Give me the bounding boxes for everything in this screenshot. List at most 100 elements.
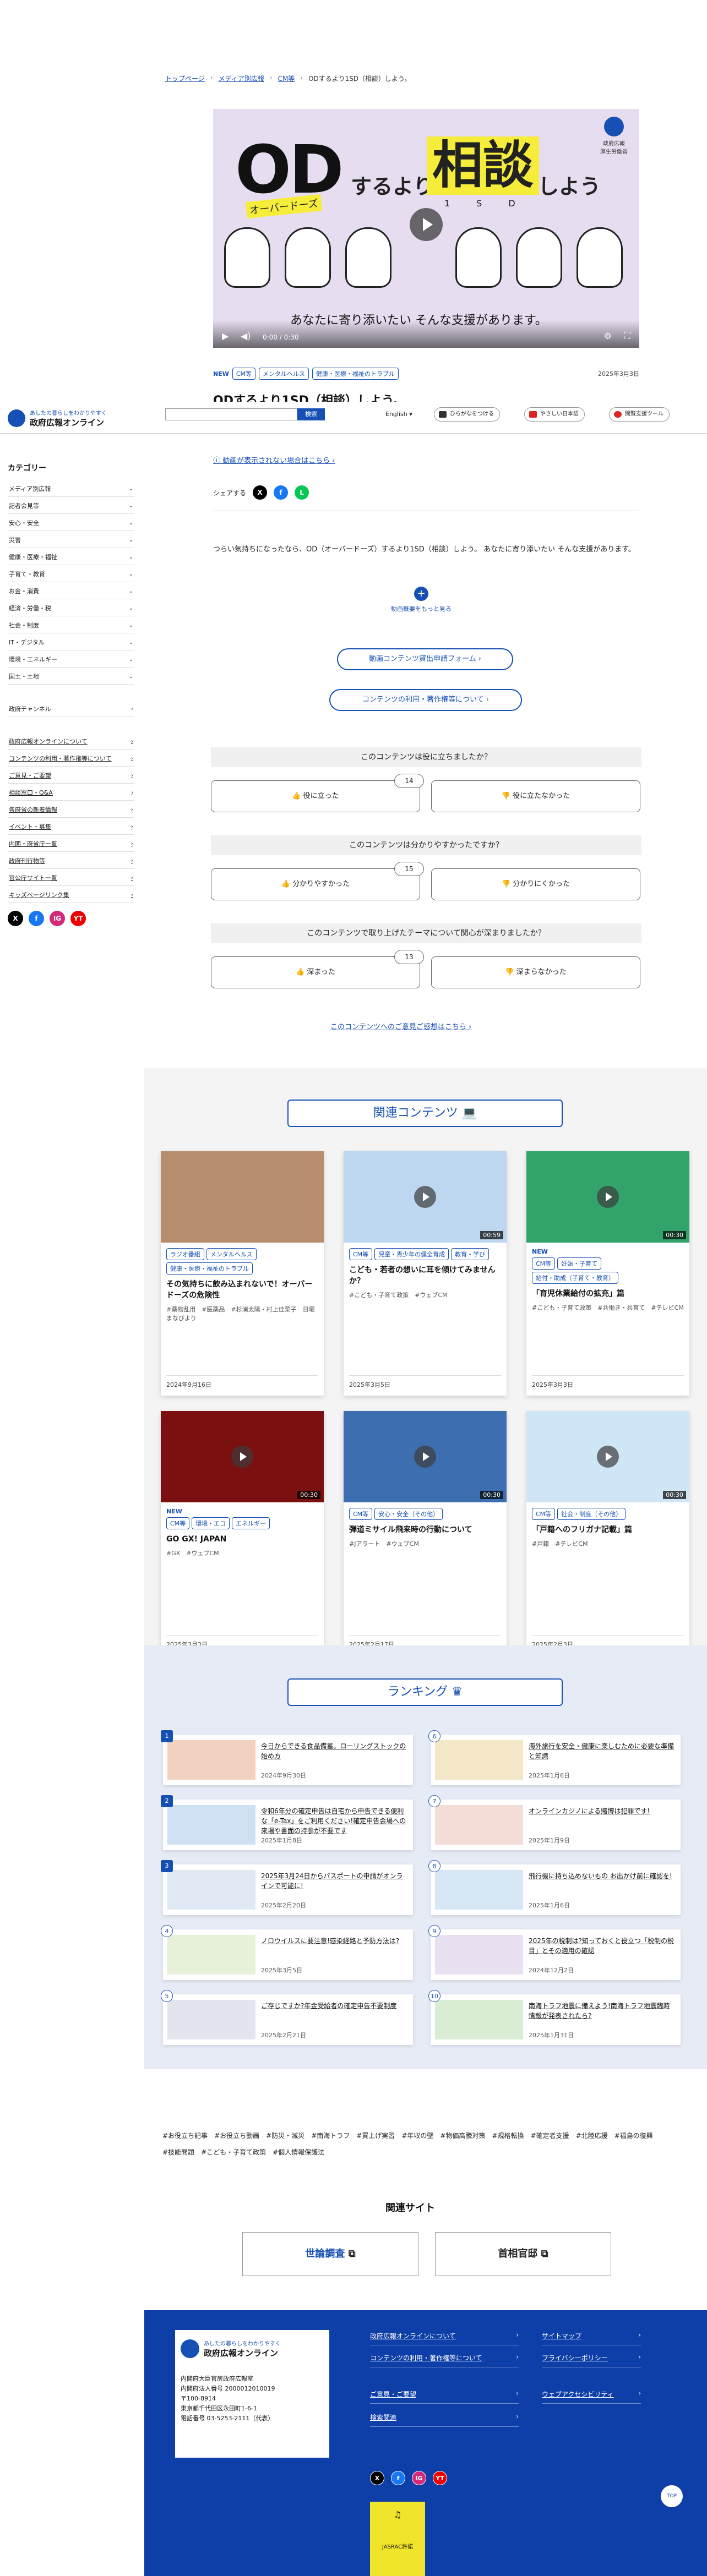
ranking-title-link[interactable]: 2025年3月24日からパスポートの申請がオンラインで可能に! bbox=[261, 1871, 407, 1891]
ranking-item[interactable]: 2 令和6年分の確定申告は自宅から申告できる便利な「e-Tax」をご利用ください!… bbox=[161, 1795, 413, 1850]
footer-link-about[interactable]: 政府広報オンラインについて › bbox=[370, 2331, 519, 2345]
card-tag[interactable]: CM等 bbox=[349, 1508, 373, 1520]
ranking-item[interactable]: 10 南海トラフ地震に備えよう!南海トラフ地震臨時情報が発表されたら? 2025年1… bbox=[428, 1990, 681, 2045]
card-tag[interactable]: エネルギー bbox=[232, 1517, 270, 1529]
site-logo[interactable]: あしたの暮らしをわかりやすく 政府広報オンライン bbox=[8, 408, 107, 428]
feedback-link[interactable]: このコンテンツへのご意見ご感想はこちら › bbox=[330, 1021, 471, 1031]
ranking-title-link[interactable]: ノロウイルスに要注意!感染経路と予防方法は? bbox=[261, 1936, 407, 1946]
tag-cloud-item[interactable]: #福島の復興 bbox=[614, 2132, 653, 2140]
footer-link-search[interactable]: 検索関連 › bbox=[370, 2413, 519, 2427]
play-icon[interactable] bbox=[410, 208, 443, 241]
card-title[interactable]: GO GX! JAPAN bbox=[166, 1534, 318, 1545]
sidebar-link-qa[interactable]: 相談窓口・Q&A › bbox=[8, 784, 134, 801]
sidebar-item-land[interactable]: 国土・土地 ⌄ bbox=[8, 668, 134, 685]
breadcrumb-home[interactable]: トップページ bbox=[165, 74, 205, 83]
card-tag[interactable]: 環境・エコ bbox=[192, 1517, 230, 1529]
sidebar-link-kids[interactable]: キッズページリンク集 › bbox=[8, 886, 134, 903]
sidebar-item-channel[interactable]: 政府チャンネル › bbox=[8, 700, 134, 717]
x-icon[interactable]: X bbox=[370, 2471, 384, 2485]
ranking-title-link[interactable]: 南海トラフ地震に備えよう!南海トラフ地震臨時情報が発表されたら? bbox=[529, 2001, 675, 2021]
ranking-title-link[interactable]: 海外旅行を安全・健康に楽しむために必要な準備と知識 bbox=[529, 1741, 675, 1761]
show-more-button[interactable]: + 動画概要をもっと見る bbox=[391, 587, 452, 613]
tag-cloud-item[interactable]: #買上げ実習 bbox=[356, 2132, 395, 2140]
facebook-icon[interactable]: f bbox=[391, 2471, 405, 2485]
survey-site-button[interactable]: 世論調査 ⧉ bbox=[242, 2232, 418, 2276]
vote-yes-button[interactable]: 👍 役に立った bbox=[211, 780, 420, 812]
sidebar-link-about[interactable]: 政府広報オンラインについて › bbox=[8, 732, 134, 750]
related-card[interactable]: 00:30 CM等 社会・制度（その他） 「戸籍へのフリガナ記載」篇 #戸籍 #テレビC… bbox=[526, 1411, 689, 1655]
x-icon[interactable]: X bbox=[8, 911, 23, 926]
kantei-site-button[interactable]: 首相官邸 ⧉ bbox=[435, 2232, 611, 2276]
sidebar-link-ministries[interactable]: 内閣・府省庁一覧 › bbox=[8, 835, 134, 852]
volume-icon[interactable]: ◀) bbox=[241, 331, 251, 341]
card-tag[interactable]: 児童・青少年の健全育成 bbox=[374, 1248, 449, 1260]
card-tag[interactable]: 安心・安全（その他） bbox=[374, 1508, 443, 1520]
footer-link-accessibility[interactable]: ウェブアクセシビリティ › bbox=[542, 2389, 641, 2404]
youtube-icon[interactable]: YT bbox=[70, 911, 86, 926]
ranking-item[interactable]: 1 今日からできる食品備蓄。ローリングストックの始め方 2024年9月30日 bbox=[161, 1730, 413, 1785]
ranking-item[interactable]: 4 ノロウイルスに要注意!感染経路と予防方法は? 2025年3月5日 bbox=[161, 1925, 413, 1980]
related-card[interactable]: 00:59 CM等 児童・青少年の健全育成 教育・学び こども・若者の想いに耳を傾けてみ… bbox=[344, 1151, 507, 1396]
sidebar-item-media[interactable]: メディア別広報 ⌄ bbox=[8, 480, 134, 497]
tag-cloud-item[interactable]: #個人情報保護法 bbox=[273, 2148, 324, 2156]
tag-cloud-item[interactable]: #物価高騰対策 bbox=[440, 2132, 485, 2140]
accessibility-tool-button[interactable]: 閲覧支援ツール bbox=[609, 407, 670, 422]
ranking-item[interactable]: 5 ご存じですか?年金受給者の確定申告不要制度 2025年2月21日 bbox=[161, 1990, 413, 2045]
sidebar-link-publications[interactable]: 政府刊行物等 › bbox=[8, 852, 134, 869]
footer-link-opinion[interactable]: ご意見・ご要望 › bbox=[370, 2389, 519, 2404]
sidebar-item-disaster[interactable]: 災害 ⌄ bbox=[8, 531, 134, 548]
ranking-title-link[interactable]: オンラインカジノによる賭博は犯罪です! bbox=[529, 1806, 675, 1816]
hiragana-button[interactable]: ひらがなをつける bbox=[434, 407, 500, 422]
vote-no-button[interactable]: 👎 深まらなかった bbox=[431, 956, 640, 988]
sidebar-item-it[interactable]: IT・デジタル ⌄ bbox=[8, 633, 134, 650]
card-tag[interactable]: CM等 bbox=[166, 1517, 190, 1529]
footer-link-privacy[interactable]: プライバシーポリシー › bbox=[542, 2353, 641, 2367]
instagram-icon[interactable]: IG bbox=[412, 2471, 426, 2485]
ranking-title-link[interactable]: 飛行機に持ち込めないもの お出かけ前に確認を! bbox=[529, 1871, 675, 1881]
sidebar-item-economy[interactable]: 経済・労働・税 ⌄ bbox=[8, 599, 134, 616]
sidebar-item-press[interactable]: 記者会見等 ⌄ bbox=[8, 497, 134, 514]
ranking-item[interactable]: 8 飛行機に持ち込めないもの お出かけ前に確認を! 2025年1月6日 bbox=[428, 1860, 681, 1915]
card-title[interactable]: 弾道ミサイル飛来時の行動について bbox=[349, 1524, 501, 1535]
related-card[interactable]: 00:30 NEW CM等 妊娠・子育て 給付・助成（子育て・教育） 「育児休業給付の拡充… bbox=[526, 1151, 689, 1396]
sidebar-item-health[interactable]: 健康・医療・福祉 ⌄ bbox=[8, 548, 134, 565]
instagram-icon[interactable]: IG bbox=[50, 911, 65, 926]
card-tag[interactable]: ラジオ番組 bbox=[166, 1248, 204, 1260]
tag-cm[interactable]: CM等 bbox=[232, 368, 256, 380]
line-icon[interactable]: L bbox=[295, 485, 309, 500]
video-player[interactable]: OD オーバードーズ するより 相談 1SD しよう 政府広報 厚生労働省 あな… bbox=[213, 109, 639, 348]
card-tag[interactable]: 社会・制度（その他） bbox=[557, 1508, 626, 1520]
related-card[interactable]: ラジオ番組 メンタルヘルス 健康・医療・福祉のトラブル その気持ちに飲み込まれないで！… bbox=[161, 1151, 324, 1396]
card-tag[interactable]: 妊娠・子育て bbox=[557, 1257, 602, 1270]
footer-link-copyright[interactable]: コンテンツの利用・著作権等について › bbox=[370, 2353, 519, 2367]
card-tag[interactable]: CM等 bbox=[532, 1508, 556, 1520]
card-tag[interactable]: メンタルヘルス bbox=[206, 1248, 257, 1260]
tag-cloud-item[interactable]: #年収の壁 bbox=[401, 2132, 433, 2140]
youtube-icon[interactable]: YT bbox=[433, 2471, 447, 2485]
ranking-item[interactable]: 6 海外旅行を安全・健康に楽しむために必要な準備と知識 2025年1月6日 bbox=[428, 1730, 681, 1785]
sidebar-link-news[interactable]: 各府省の新着情報 › bbox=[8, 801, 134, 818]
card-title[interactable]: 「戸籍へのフリガナ記載」篇 bbox=[532, 1524, 684, 1535]
tag-cloud-item[interactable]: #こども・子育て政策 bbox=[201, 2148, 266, 2156]
search-input[interactable] bbox=[165, 408, 297, 420]
vote-yes-button[interactable]: 👍 深まった bbox=[211, 956, 420, 988]
card-tag[interactable]: 教育・学び bbox=[451, 1248, 490, 1260]
ranking-title-link[interactable]: 令和6年分の確定申告は自宅から申告できる便利な「e-Tax」をご利用ください!確… bbox=[261, 1806, 407, 1836]
card-tag[interactable]: CM等 bbox=[532, 1257, 556, 1270]
sidebar-item-environment[interactable]: 環境・エネルギー ⌄ bbox=[8, 650, 134, 668]
page-top-button[interactable]: TOP bbox=[661, 2485, 683, 2507]
ranking-title-link[interactable]: ご存じですか?年金受給者の確定申告不要制度 bbox=[261, 2001, 407, 2011]
sidebar-link-opinion[interactable]: ご意見・ご要望 › bbox=[8, 767, 134, 784]
tag-cloud-item[interactable]: #お役立ち記事 bbox=[162, 2132, 208, 2140]
footer-link-sitemap[interactable]: サイトマップ › bbox=[542, 2331, 641, 2345]
ranking-title-link[interactable]: 今日からできる食品備蓄。ローリングストックの始め方 bbox=[261, 1741, 407, 1761]
language-select[interactable]: English ▾ bbox=[385, 411, 412, 418]
tag-health-trouble[interactable]: 健康・医療・福祉のトラブル bbox=[312, 368, 399, 380]
breadcrumb-media[interactable]: メディア別広報 bbox=[219, 74, 264, 83]
vote-yes-button[interactable]: 👍 分かりやすかった bbox=[211, 868, 420, 900]
play-button-icon[interactable]: ▶ bbox=[222, 331, 229, 341]
fullscreen-icon[interactable]: ⛶ bbox=[624, 330, 630, 341]
ranking-item[interactable]: 7 オンラインカジノによる賭博は犯罪です! 2025年1月9日 bbox=[428, 1795, 681, 1850]
easy-japanese-button[interactable]: やさしい日本語 bbox=[524, 407, 585, 422]
vote-no-button[interactable]: 👎 役に立たなかった bbox=[431, 780, 640, 812]
